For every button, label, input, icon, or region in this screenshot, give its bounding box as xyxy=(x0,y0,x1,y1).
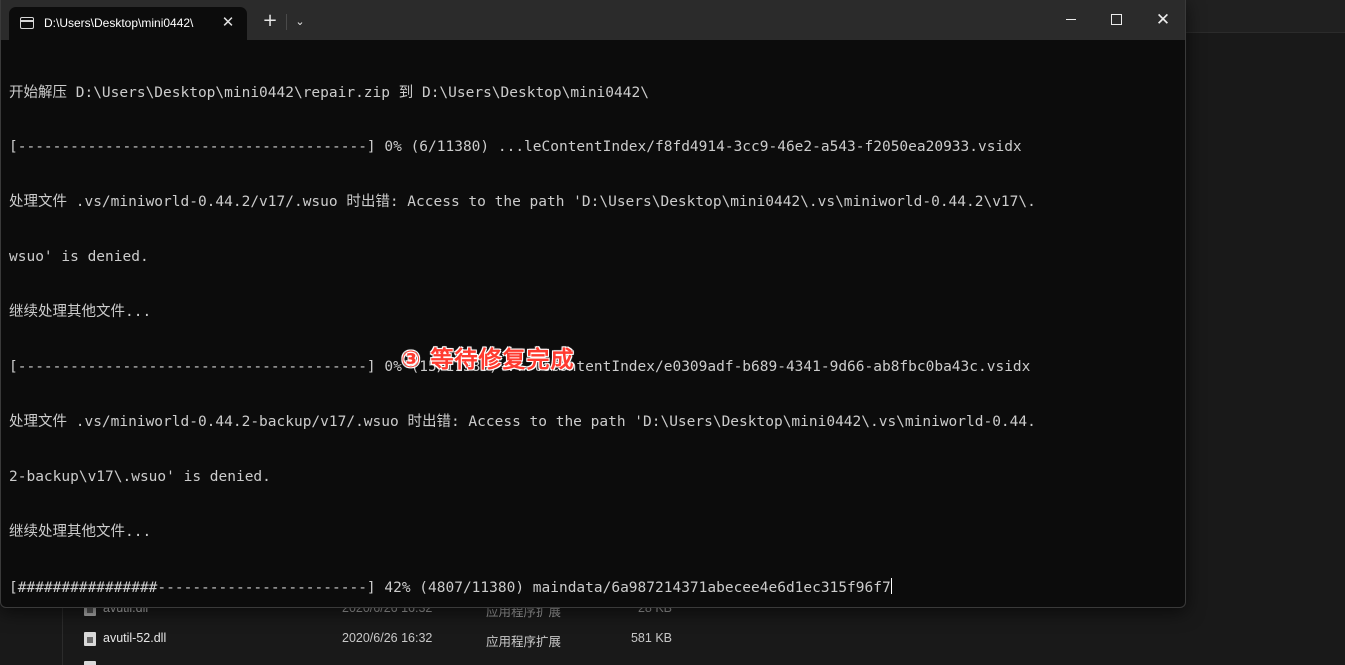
file-row[interactable] xyxy=(84,657,704,665)
maximize-icon xyxy=(1111,14,1122,25)
new-tab-button[interactable]: + xyxy=(260,11,280,31)
progress-line: [################-----------------------… xyxy=(9,577,1179,596)
file-row[interactable]: avutil-52.dll 2020/6/26 16:32 应用程序扩展 581… xyxy=(84,629,704,651)
terminal-window[interactable]: D:\Users\Desktop\mini0442\ ✕ + ⌄ ✕ 开始解压 … xyxy=(0,0,1186,608)
tab-close-icon[interactable]: ✕ xyxy=(219,13,237,31)
console-line: 处理文件 .vs/miniworld-0.44.2-backup/v17/.ws… xyxy=(9,413,1036,430)
console-line: 处理文件 .vs/miniworld-0.44.2/v17/.wsuo 时出错:… xyxy=(9,194,1036,211)
explorer-nav-divider xyxy=(62,600,63,665)
file-name: avutil-52.dll xyxy=(103,631,167,645)
console-line: [---------------------------------------… xyxy=(9,359,1031,376)
file-icon xyxy=(84,661,96,665)
minimize-button[interactable] xyxy=(1048,0,1094,40)
terminal-tab[interactable]: D:\Users\Desktop\mini0442\ ✕ xyxy=(9,7,247,40)
console-line: 继续处理其他文件... xyxy=(9,304,152,321)
tab-separator xyxy=(286,14,287,30)
console-line: 继续处理其他文件... xyxy=(9,523,152,540)
text-cursor xyxy=(890,577,892,594)
terminal-icon xyxy=(20,17,34,29)
title-bar[interactable]: D:\Users\Desktop\mini0442\ ✕ + ⌄ ✕ xyxy=(1,0,1185,40)
console-line: 开始解压 D:\Users\Desktop\mini0442\repair.zi… xyxy=(9,84,649,101)
console-output[interactable]: 开始解压 D:\Users\Desktop\mini0442\repair.zi… xyxy=(9,47,1179,607)
console-line: wsuo' is denied. xyxy=(9,249,149,266)
maximize-button[interactable] xyxy=(1094,0,1140,40)
step-annotation: ③ 等待修复完成 xyxy=(401,347,575,373)
dll-file-icon xyxy=(84,632,96,646)
file-type: 应用程序扩展 xyxy=(486,635,562,649)
tab-title: D:\Users\Desktop\mini0442\ xyxy=(44,16,194,30)
close-button[interactable]: ✕ xyxy=(1140,0,1185,40)
file-size: 581 KB xyxy=(630,631,672,645)
explorer-toolbar xyxy=(1185,0,1345,33)
file-date: 2020/6/26 16:32 xyxy=(342,631,433,645)
minimize-icon xyxy=(1066,19,1076,20)
console-line: [---------------------------------------… xyxy=(9,139,1022,156)
chevron-down-icon[interactable]: ⌄ xyxy=(291,11,309,31)
console-line: 2-backup\v17\.wsuo' is denied. xyxy=(9,468,271,485)
progress-text: [################-----------------------… xyxy=(9,579,891,596)
